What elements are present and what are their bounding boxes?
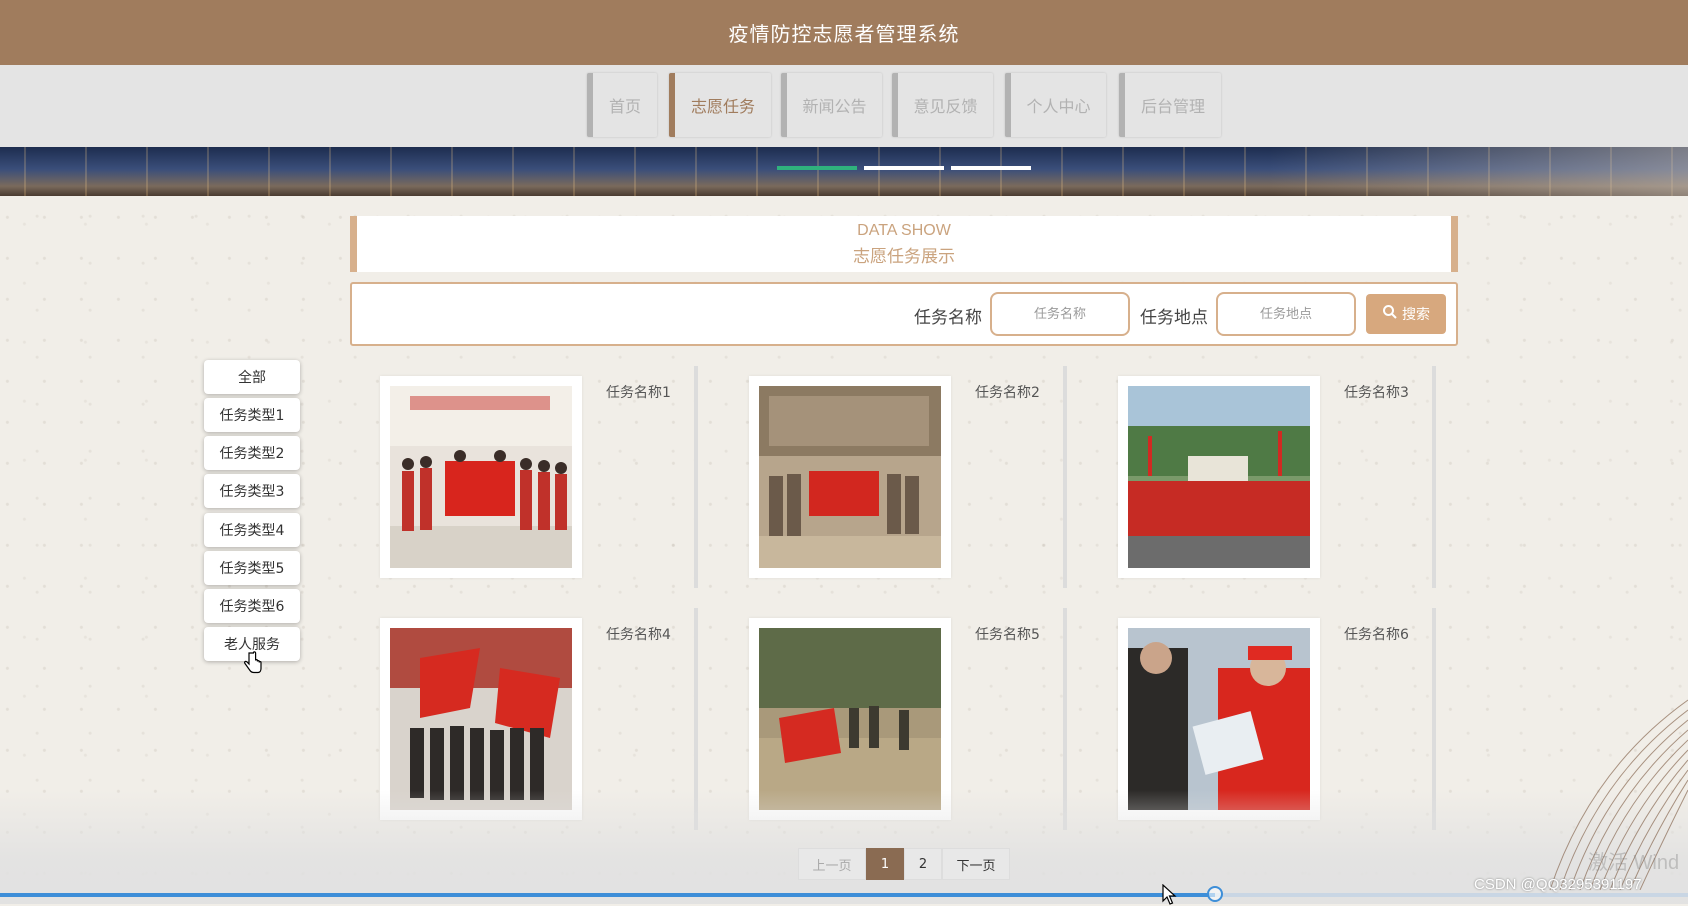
carousel-dot-2[interactable] xyxy=(864,166,944,170)
task-title[interactable]: 任务名称4 xyxy=(606,624,671,644)
nav-item-admin[interactable]: 后台管理 xyxy=(1119,73,1221,137)
nav-item-profile[interactable]: 个人中心 xyxy=(1005,73,1106,137)
banner-carousel[interactable] xyxy=(0,147,1688,196)
carousel-dot-3[interactable] xyxy=(951,166,1031,170)
task-card[interactable]: 任务名称3 xyxy=(1118,366,1448,596)
csdn-watermark: CSDN @QQ3295391197 xyxy=(1474,876,1642,893)
site-header: 疫情防控志愿者管理系统 xyxy=(0,0,1688,65)
nav-item-feedback[interactable]: 意见反馈 xyxy=(892,73,993,137)
task-card[interactable]: 任务名称6 xyxy=(1118,608,1448,838)
section-title-cn: 志愿任务展示 xyxy=(853,247,955,267)
task-title[interactable]: 任务名称2 xyxy=(975,382,1040,402)
card-divider xyxy=(1432,366,1436,588)
prev-page-button[interactable]: 上一页 xyxy=(798,848,866,880)
section-title-en: DATA SHOW xyxy=(857,222,951,239)
task-image-frame xyxy=(1118,618,1320,820)
category-type-1[interactable]: 任务类型1 xyxy=(204,398,300,432)
task-image-frame xyxy=(380,618,582,820)
task-title[interactable]: 任务名称6 xyxy=(1344,624,1409,644)
card-divider xyxy=(694,366,698,588)
task-location-input[interactable] xyxy=(1216,292,1356,336)
search-button[interactable]: 搜索 xyxy=(1366,294,1446,334)
task-image-frame xyxy=(749,376,951,578)
page-button-2[interactable]: 2 xyxy=(904,848,942,880)
nav-item-volunteer-tasks[interactable]: 志愿任务 xyxy=(669,73,771,137)
card-divider xyxy=(1063,608,1067,830)
site-title: 疫情防控志愿者管理系统 xyxy=(728,22,960,46)
task-photo[interactable] xyxy=(759,628,941,810)
video-progress-fill xyxy=(0,893,1216,897)
task-card[interactable]: 任务名称4 xyxy=(380,608,710,838)
task-card[interactable]: 任务名称2 xyxy=(749,366,1079,596)
task-location-label: 任务地点 xyxy=(1140,308,1208,328)
card-divider xyxy=(1432,608,1436,830)
task-card[interactable]: 任务名称1 xyxy=(380,366,710,596)
task-name-input[interactable] xyxy=(990,292,1130,336)
arrow-cursor-icon xyxy=(1162,884,1177,905)
task-photo[interactable] xyxy=(390,628,572,810)
category-type-2[interactable]: 任务类型2 xyxy=(204,436,300,470)
task-name-label: 任务名称 xyxy=(914,308,982,328)
search-bar: 任务名称 任务地点 搜索 xyxy=(350,282,1458,346)
task-photo[interactable] xyxy=(1128,386,1310,568)
nav-item-home[interactable]: 首页 xyxy=(587,73,657,137)
task-photo[interactable] xyxy=(390,386,572,568)
os-activation-watermark: 激活 Wind xyxy=(1588,852,1680,874)
task-title[interactable]: 任务名称5 xyxy=(975,624,1040,644)
search-icon xyxy=(1382,304,1398,324)
main-nav: 首页 志愿任务 新闻公告 意见反馈 个人中心 后台管理 xyxy=(0,65,1688,147)
search-button-label: 搜索 xyxy=(1402,307,1430,323)
next-page-button[interactable]: 下一页 xyxy=(942,848,1010,880)
card-divider xyxy=(694,608,698,830)
task-photo[interactable] xyxy=(759,386,941,568)
category-type-6[interactable]: 任务类型6 xyxy=(204,589,300,623)
task-title[interactable]: 任务名称1 xyxy=(606,382,671,402)
task-image-frame xyxy=(380,376,582,578)
task-photo[interactable] xyxy=(1128,628,1310,810)
category-type-3[interactable]: 任务类型3 xyxy=(204,474,300,508)
page-button-1[interactable]: 1 xyxy=(866,848,904,880)
task-image-frame xyxy=(749,618,951,820)
task-card[interactable]: 任务名称5 xyxy=(749,608,1079,838)
category-all[interactable]: 全部 xyxy=(204,360,300,394)
category-type-4[interactable]: 任务类型4 xyxy=(204,513,300,547)
task-title[interactable]: 任务名称3 xyxy=(1344,382,1409,402)
hand-cursor-icon xyxy=(244,651,262,674)
task-image-frame xyxy=(1118,376,1320,578)
category-type-5[interactable]: 任务类型5 xyxy=(204,551,300,585)
pagination: 上一页 1 2 下一页 xyxy=(798,848,1010,880)
section-header: DATA SHOW 志愿任务展示 xyxy=(350,216,1458,272)
card-divider xyxy=(1063,366,1067,588)
nav-item-news[interactable]: 新闻公告 xyxy=(781,73,882,137)
carousel-dot-1[interactable] xyxy=(777,166,857,170)
